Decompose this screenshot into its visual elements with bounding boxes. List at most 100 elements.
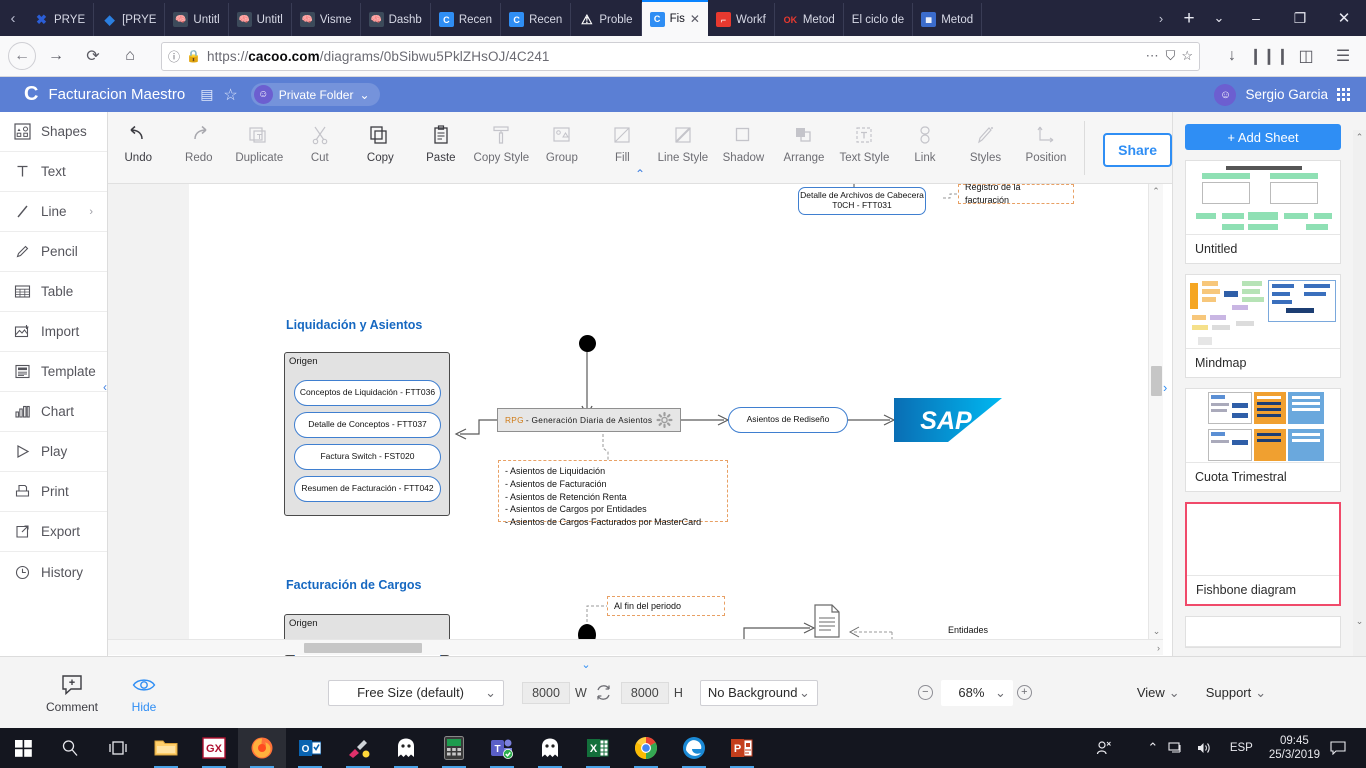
rail-item-text[interactable]: Text	[0, 152, 107, 192]
size-preset-select[interactable]: Free Size (default) ⌄	[328, 679, 504, 706]
scroll-right-icon[interactable]: ›	[1157, 640, 1160, 656]
pocket-icon[interactable]: ⛉	[1166, 48, 1176, 64]
teams-icon[interactable]: T	[478, 728, 526, 768]
volume-icon[interactable]	[1196, 741, 1222, 755]
scroll-down-icon[interactable]: ⌄	[1149, 624, 1164, 639]
search-magnifier-icon[interactable]	[46, 728, 94, 768]
excel-icon[interactable]: X	[574, 728, 622, 768]
note-al-fin-periodo[interactable]: Al fin del periodo	[607, 596, 725, 616]
diagram-structure-icon[interactable]: ▤	[200, 86, 213, 103]
sheets-scrollbar[interactable]: ⌃ ⌄	[1353, 130, 1366, 656]
browser-tab[interactable]: C Recen	[431, 3, 502, 36]
browser-tab-active[interactable]: C Fis ✕	[641, 0, 708, 36]
tab-scroll-left-button[interactable]: ‹	[0, 0, 26, 36]
sheet-card[interactable]	[1185, 616, 1341, 648]
copy-style-button[interactable]: Copy Style	[471, 121, 532, 164]
browser-tab[interactable]: C Recen	[501, 3, 572, 36]
network-icon[interactable]	[1168, 741, 1194, 755]
hide-button[interactable]: Hide	[108, 672, 180, 714]
zoom-in-button[interactable]: +	[1016, 685, 1032, 700]
sheets-panel-collapse-button[interactable]: ›	[1163, 380, 1167, 395]
edge-icon[interactable]	[670, 728, 718, 768]
browser-tab[interactable]: 🧠 Visme	[292, 3, 361, 36]
page-info-icon[interactable]: ⓘ	[168, 48, 180, 65]
browser-tab[interactable]: OK Metod	[775, 3, 844, 36]
list-all-tabs-button[interactable]: ⌄	[1204, 10, 1234, 26]
rail-collapse-button[interactable]: ‹	[103, 380, 107, 394]
horizontal-scroll-thumb[interactable]	[304, 643, 422, 653]
origin-item[interactable]: Conceptos de Liquidación - FTT036	[294, 380, 441, 406]
rail-item-line[interactable]: Line ›	[0, 192, 107, 232]
rail-item-play[interactable]: Play	[0, 432, 107, 472]
ghost-app-icon[interactable]	[526, 728, 574, 768]
clock[interactable]: 09:45 25/3/2019	[1261, 734, 1328, 763]
rail-item-chart[interactable]: Chart	[0, 392, 107, 432]
forward-button[interactable]: →	[39, 41, 73, 71]
document-title[interactable]: Facturacion Maestro	[48, 86, 185, 103]
sheets-scroll-down-icon[interactable]: ⌄	[1353, 614, 1366, 628]
apps-grid-icon[interactable]	[1337, 88, 1350, 101]
rail-item-pencil[interactable]: Pencil	[0, 232, 107, 272]
document-page-icon[interactable]	[813, 604, 841, 638]
rail-item-shapes[interactable]: Shapes	[0, 112, 107, 152]
origin-item[interactable]: Detalle de Conceptos - FTT037	[294, 412, 441, 438]
rail-item-table[interactable]: Table	[0, 272, 107, 312]
sheet-card[interactable]: Mindmap	[1185, 274, 1341, 378]
undo-button[interactable]: Undo	[108, 121, 169, 164]
sheets-scroll-up-icon[interactable]: ⌃	[1353, 130, 1366, 144]
window-minimize-button[interactable]: –	[1234, 0, 1278, 36]
window-restore-button[interactable]: ❐	[1278, 0, 1322, 36]
new-tab-button[interactable]: +	[1174, 9, 1204, 28]
duplicate-button[interactable]: Duplicate	[229, 121, 290, 164]
cacoo-logo-icon[interactable]: C	[24, 83, 38, 106]
rail-item-history[interactable]: History	[0, 552, 107, 592]
origin-item[interactable]: Resumen de Facturación - FTT042	[294, 476, 441, 502]
arrange-button[interactable]: Arrange	[774, 121, 835, 164]
copy-button[interactable]: Copy	[350, 121, 411, 164]
chevron-right-icon[interactable]: ›	[89, 206, 93, 218]
sync-arrows-icon[interactable]	[595, 684, 612, 701]
rail-item-export[interactable]: Export	[0, 512, 107, 552]
browser-tab[interactable]: ▦ Metod	[913, 3, 983, 36]
chrome-icon[interactable]	[622, 728, 670, 768]
sheet-card[interactable]: Cuota Trimestral	[1185, 388, 1341, 492]
sidebar-icon[interactable]: ◫	[1289, 41, 1323, 71]
start-node-dot[interactable]	[579, 335, 596, 352]
shadow-button[interactable]: Shadow	[713, 121, 774, 164]
bookmark-star-icon[interactable]: ☆	[1181, 48, 1193, 64]
canvas-height-input[interactable]: 8000	[620, 681, 669, 704]
fill-button[interactable]: Fill	[592, 121, 653, 164]
bottom-collapse-button[interactable]: ⌄	[0, 658, 1172, 671]
notification-icon[interactable]	[1330, 741, 1362, 755]
rail-item-import[interactable]: Import	[0, 312, 107, 352]
diagram-canvas[interactable]: Detalle de Archivos de Cabecera T0CH - F…	[108, 184, 1172, 656]
browser-tab[interactable]: 🧠 Dashb	[361, 3, 431, 36]
browser-tab[interactable]: ◆ [PRYE	[94, 3, 166, 36]
canvas-vertical-scrollbar[interactable]: ⌃ ⌄	[1148, 184, 1163, 639]
vertical-scroll-thumb[interactable]	[1151, 366, 1162, 396]
genexus-gx-icon[interactable]: GX	[190, 728, 238, 768]
tab-close-icon[interactable]: ✕	[690, 12, 700, 26]
add-sheet-button[interactable]: + Add Sheet	[1185, 124, 1341, 150]
styles-button[interactable]: Styles	[955, 121, 1016, 164]
outlook-icon[interactable]: O	[286, 728, 334, 768]
note-registro-facturacion[interactable]: Registro de la facturación	[958, 184, 1074, 205]
cut-button[interactable]: Cut	[290, 121, 351, 164]
windows-start-icon[interactable]	[0, 728, 46, 768]
link-button[interactable]: Link	[895, 121, 956, 164]
canvas-width-input[interactable]: 8000	[522, 681, 570, 704]
file-explorer-icon[interactable]	[142, 728, 190, 768]
firefox-icon[interactable]	[238, 728, 286, 768]
position-button[interactable]: Position	[1016, 121, 1077, 164]
powerpoint-icon[interactable]: P	[718, 728, 766, 768]
browser-tab[interactable]: 🧠 Untitl	[165, 3, 229, 36]
calculator-icon[interactable]	[430, 728, 478, 768]
gear-icon[interactable]	[656, 412, 673, 429]
browser-tab[interactable]: ⚠ Proble	[571, 3, 642, 36]
origin-item[interactable]: Factura Switch - FST020	[294, 444, 441, 470]
group-button[interactable]: Group	[532, 121, 593, 164]
tray-chevron-up-icon[interactable]: ⌃	[1140, 740, 1166, 756]
page-actions-icon[interactable]: ⋯	[1146, 48, 1160, 64]
rail-item-print[interactable]: Print	[0, 472, 107, 512]
user-name-label[interactable]: Sergio Garcia	[1245, 87, 1328, 102]
